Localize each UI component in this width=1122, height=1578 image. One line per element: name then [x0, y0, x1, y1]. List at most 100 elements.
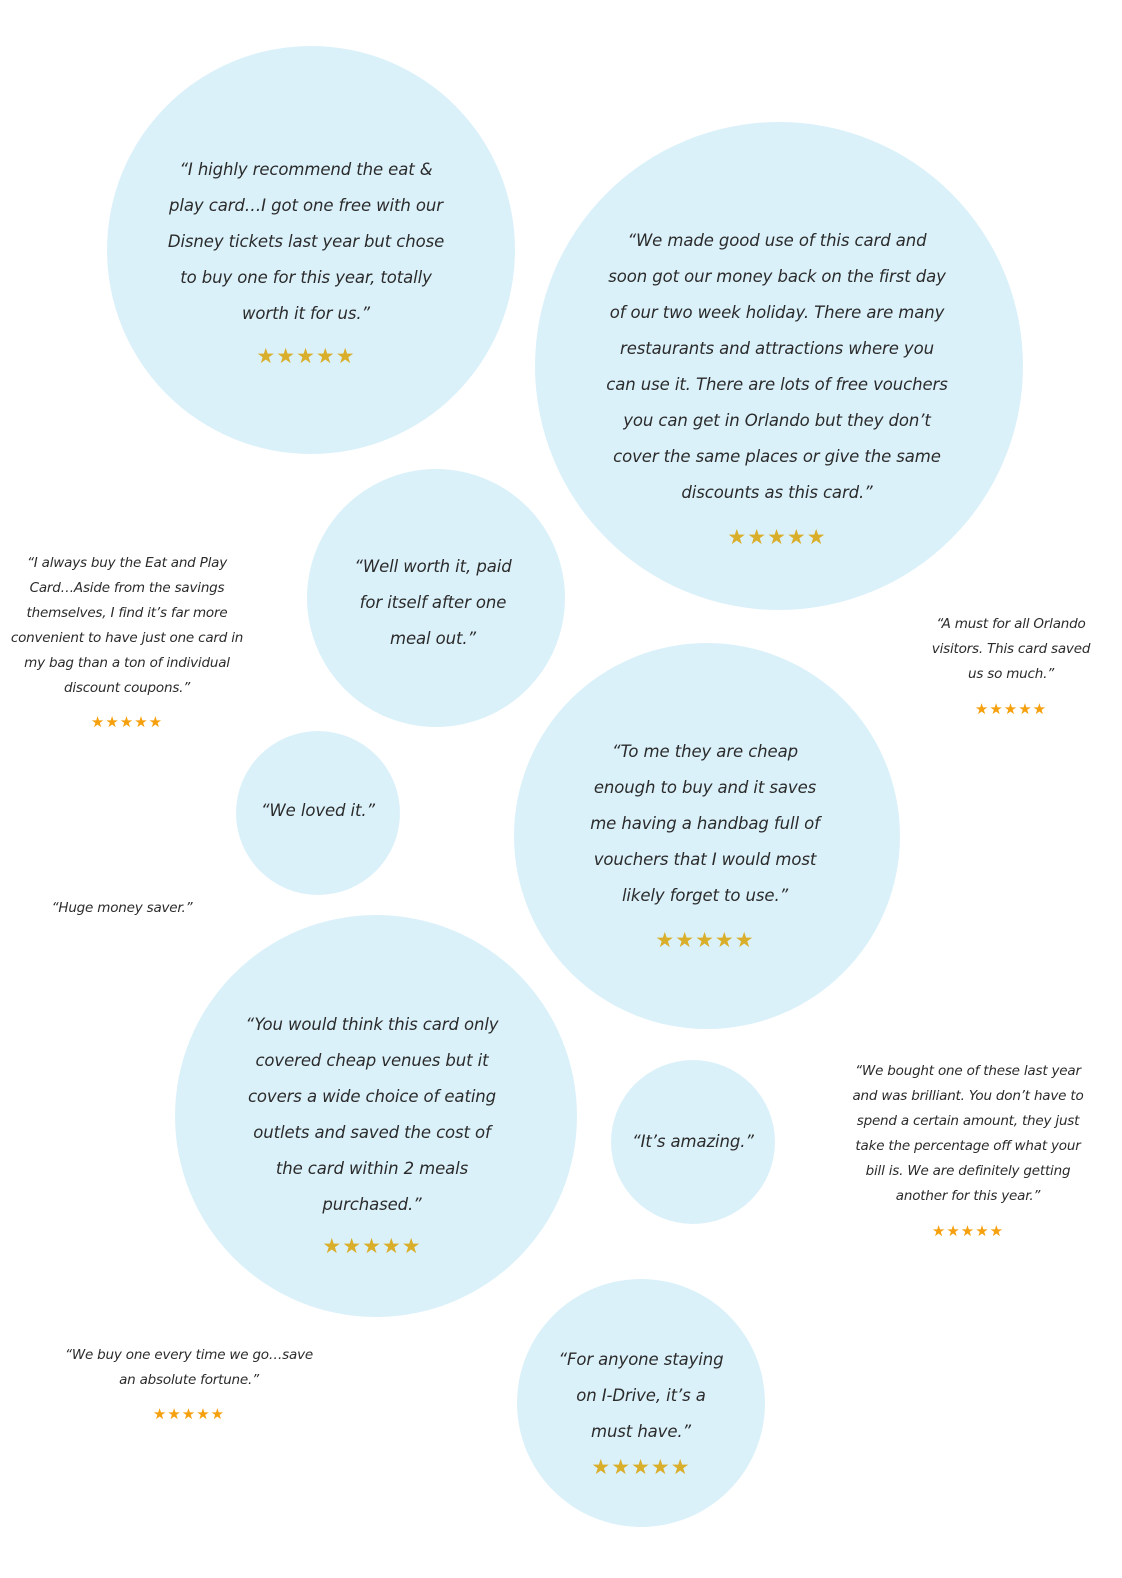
quote-line: restaurants and attractions where you [620, 339, 934, 358]
quote-line: purchased.” [322, 1195, 422, 1214]
quote-line: Card…Aside from the savings [29, 579, 225, 596]
star-icon: ★ [181, 1405, 197, 1423]
testimonial-quote: “To me they are cheap enough to buy and i… [590, 734, 820, 914]
quote-line: take the percentage off what your [855, 1137, 1081, 1154]
testimonial-quote: “We buy one every time we go…save an abso… [65, 1343, 313, 1393]
quote-line: “To me they are cheap [612, 742, 798, 761]
star-icon: ★ [276, 344, 297, 368]
star-icon: ★ [631, 1455, 651, 1479]
star-icon: ★ [381, 1234, 402, 1258]
testimonial-quote: “It’s amazing.” [632, 1124, 754, 1160]
star-icon: ★ [362, 1234, 382, 1258]
quote-line: cover the same places or give the same [613, 447, 941, 466]
testimonial-quote: “I highly recommend the eat & play card…I… [168, 152, 444, 332]
star-rating: ★★★★★ [322, 1234, 421, 1258]
quote-line: can use it. There are lots of free vouch… [606, 375, 948, 394]
quote-line: discounts as this card.” [681, 483, 873, 502]
star-icon: ★ [105, 713, 120, 731]
quote-line: on I-Drive, it’s a [576, 1386, 706, 1405]
star-icon: ★ [747, 525, 768, 549]
star-icon: ★ [727, 525, 748, 549]
star-icon: ★ [611, 1455, 632, 1479]
quote-line: meal out.” [390, 629, 476, 648]
quote-line: spend a certain amount, they just [856, 1112, 1080, 1129]
star-icon: ★ [134, 713, 149, 731]
star-icon: ★ [650, 1455, 671, 1479]
quote-line: enough to buy and it saves [593, 778, 817, 797]
star-icon: ★ [315, 344, 336, 368]
quote-line: Disney tickets last year but chose [167, 232, 445, 251]
testimonial-quote: “We loved it.” [261, 793, 375, 829]
star-rating: ★★★★★ [256, 344, 355, 368]
star-rating: ★★★★★ [153, 1405, 225, 1423]
testimonial-quote: “Huge money saver.” [52, 896, 193, 921]
quote-line: “It’s amazing.” [632, 1132, 754, 1151]
star-rating: ★★★★★ [91, 713, 163, 731]
quote-line: “A must for all Orlando [936, 615, 1086, 632]
star-rating: ★★★★★ [932, 1222, 1004, 1240]
star-icon: ★ [655, 928, 676, 952]
quote-line: you can get in Orlando but they don’t [623, 411, 931, 430]
star-icon: ★ [342, 1234, 363, 1258]
quote-line: play card…I got one free with our [169, 196, 443, 215]
star-icon: ★ [675, 928, 696, 952]
testimonial-quote: “We made good use of this card and soon g… [606, 223, 948, 511]
star-icon: ★ [946, 1222, 961, 1240]
quote-line: soon got our money back on the first day [608, 267, 946, 286]
star-icon: ★ [296, 344, 316, 368]
star-icon: ★ [90, 713, 106, 731]
testimonial-quote: “We bought one of these last year and was… [852, 1059, 1083, 1209]
quote-line: “Huge money saver.” [51, 899, 193, 916]
quote-line: another for this year.” [895, 1187, 1041, 1204]
star-icon: ★ [734, 928, 755, 952]
quote-line: outlets and saved the cost of [253, 1123, 491, 1142]
star-rating: ★★★★★ [727, 525, 826, 549]
quote-line: “You would think this card only [245, 1015, 499, 1034]
quote-line: “We buy one every time we go…save [65, 1346, 313, 1363]
star-icon: ★ [806, 525, 827, 549]
quote-line: and was brilliant. You don’t have to [852, 1087, 1084, 1104]
star-rating: ★★★★★ [591, 1455, 690, 1479]
quote-line: for itself after one [359, 593, 507, 612]
quote-line: to buy one for this year, totally [180, 268, 432, 287]
star-icon: ★ [974, 700, 990, 718]
star-icon: ★ [196, 1405, 211, 1423]
star-icon: ★ [1018, 700, 1033, 718]
quote-line: must have.” [590, 1422, 692, 1441]
star-icon: ★ [167, 1405, 182, 1423]
quote-line: me having a handbag full of [590, 814, 820, 833]
quote-line: “We bought one of these last year [855, 1062, 1081, 1079]
quote-line: the card within 2 meals [275, 1159, 469, 1178]
quote-line: vouchers that I would most [593, 850, 817, 869]
star-icon: ★ [931, 1222, 947, 1240]
quote-line: themselves, I find it’s far more [26, 604, 228, 621]
star-icon: ★ [322, 1234, 343, 1258]
star-icon: ★ [401, 1234, 422, 1258]
quote-line: “Well worth it, paid [354, 557, 512, 576]
testimonial-quote: “A must for all Orlando visitors. This ca… [932, 612, 1091, 687]
quote-line: bill is. We are definitely getting [865, 1162, 1071, 1179]
star-icon: ★ [714, 928, 735, 952]
star-rating: ★★★★★ [975, 700, 1047, 718]
star-icon: ★ [767, 525, 787, 549]
quote-line: “I highly recommend the eat & [179, 160, 433, 179]
quote-line: “I always buy the Eat and Play [26, 554, 228, 571]
quote-line: my bag than a ton of individual [24, 654, 230, 671]
quote-line: “We made good use of this card and [627, 231, 927, 250]
quote-line: likely forget to use.” [621, 886, 789, 905]
star-icon: ★ [148, 713, 164, 731]
quote-line: worth it for us.” [242, 304, 370, 323]
testimonial-quote: “Well worth it, paid for itself after one… [354, 549, 511, 657]
star-icon: ★ [695, 928, 715, 952]
star-icon: ★ [670, 1455, 691, 1479]
quote-line: an absolute fortune.” [119, 1371, 259, 1388]
star-icon: ★ [975, 1222, 990, 1240]
star-icon: ★ [119, 713, 135, 731]
quote-line: us so much.” [967, 665, 1055, 682]
quote-line: of our two week holiday. There are many [609, 303, 945, 322]
star-icon: ★ [989, 1222, 1005, 1240]
testimonial-quote: “You would think this card only covered c… [246, 1007, 499, 1223]
star-icon: ★ [152, 1405, 168, 1423]
quote-line: covered cheap venues but it [255, 1051, 489, 1070]
star-icon: ★ [210, 1405, 226, 1423]
